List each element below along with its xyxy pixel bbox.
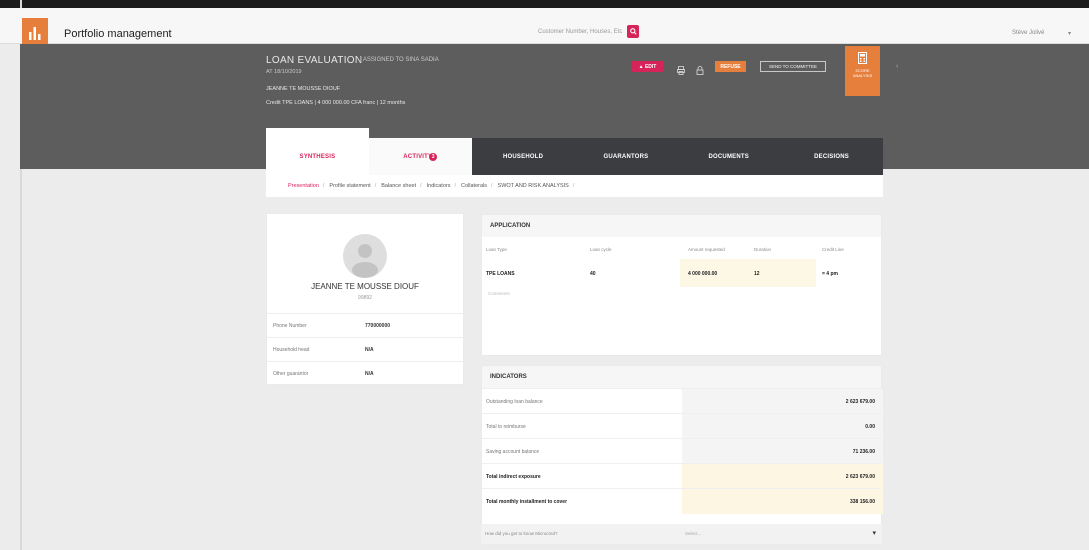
calculator-icon <box>858 52 867 64</box>
top-bar: Portfolio management Customer Number, Ho… <box>0 8 1089 48</box>
avatar <box>343 234 387 278</box>
chevron-down-icon[interactable]: ▾ <box>1068 30 1071 37</box>
indicator-label: Total indirect exposure <box>486 474 541 480</box>
field-label: Other guarantor <box>273 371 309 377</box>
comments-field[interactable]: Comments <box>488 291 510 296</box>
field-value: 770000000 <box>365 323 391 329</box>
crumb-separator: / <box>491 183 493 189</box>
col-amount: Amount requested <box>688 247 725 252</box>
loan-summary: Credit TPE LOANS | 4 000 000.00 CFA fran… <box>266 100 406 106</box>
indicator-value: 0.00 <box>865 424 875 430</box>
client-card: JEANNE TE MOUSSE DIOUF 99892 Phone Numbe… <box>266 213 464 385</box>
crumb-separator: / <box>572 183 575 189</box>
indicator-total-row: Total indirect exposure 2 623 679.00 <box>482 463 883 489</box>
collapse-caret-icon[interactable]: ‹ <box>896 63 898 70</box>
tab-household[interactable]: HOUSEHOLD <box>472 138 575 175</box>
application-header-row: Loan Type Loan cycle Amount requested Du… <box>482 239 881 259</box>
value-loan-type: TPE LOANS <box>486 271 515 277</box>
send-to-committee-button[interactable]: SEND TO COMMITTEE <box>760 61 826 72</box>
main-tabs: SYNTHESIS ACTIVITY 3 HOUSEHOLD GUARANTORS… <box>266 128 883 175</box>
client-row-guarantor: Other guarantor N/A <box>267 361 463 385</box>
score-analysis-tile[interactable]: SCORE ANALYSIS <box>845 46 880 96</box>
app-title: Portfolio management <box>64 28 172 40</box>
score-analysis-label: SCORE ANALYSIS <box>852 68 873 78</box>
referral-select[interactable]: Select... <box>685 531 701 536</box>
indicator-value: 2 623 679.00 <box>845 474 875 480</box>
chevron-down-icon[interactable]: ▾ <box>872 529 876 537</box>
tab-synthesis[interactable]: SYNTHESIS <box>266 128 369 175</box>
crumb-collaterals[interactable]: Collaterals <box>461 183 487 189</box>
client-row-household: Household head N/A <box>267 337 463 361</box>
app-frame: Portfolio management Customer Number, Ho… <box>0 0 1089 550</box>
search-input[interactable]: Customer Number, Houses, Etc <box>538 29 622 35</box>
indicator-value: 2 623 679.00 <box>845 399 875 405</box>
crumb-separator: / <box>454 183 457 189</box>
user-icon <box>352 244 378 278</box>
field-label: Phone Number <box>273 323 307 329</box>
field-value: N/A <box>365 347 374 353</box>
indicator-label: Total monthly installment to cover <box>486 499 568 505</box>
col-duration: Duration <box>754 247 772 252</box>
referral-question-row: How did you get to know Microcred? Selec… <box>481 524 882 544</box>
activity-badge: 3 <box>429 152 438 161</box>
col-loan-type: Loan Type <box>486 247 507 252</box>
value-cell <box>682 414 883 439</box>
indicator-row: Total to reimburse 0.00 <box>482 413 883 439</box>
crumb-balance-sheet[interactable]: Balance sheet <box>381 183 416 189</box>
field-value: N/A <box>365 371 374 377</box>
assigned-to: | ASSIGNED TO SINA SADIA <box>360 57 439 63</box>
application-card: APPLICATION Loan Type Loan cycle Amount … <box>481 214 882 356</box>
tab-activity-label: ACTIVITY <box>403 153 433 160</box>
indicators-title: INDICATORS <box>482 366 881 388</box>
value-loan-cycle: 40 <box>590 271 596 277</box>
indicators-card: INDICATORS Outstanding loan balance 2 62… <box>481 365 883 545</box>
lock-icon[interactable] <box>696 62 704 80</box>
crumb-separator: / <box>420 183 422 189</box>
col-loan-cycle: Loan cycle <box>590 247 612 252</box>
breadcrumb: Presentation / Profile statement / Balance… <box>266 175 883 197</box>
value-amount: 4 000 000.00 <box>688 271 718 277</box>
indicator-label: Saving account balance <box>486 449 540 455</box>
tab-decisions[interactable]: DECISIONS <box>780 138 883 175</box>
window-strip <box>0 0 1089 8</box>
loan-date: AT 18/10/2019 <box>266 69 302 75</box>
indicator-value: 71 236.00 <box>852 449 875 455</box>
client-name: JEANNE TE MOUSSE DIOUF <box>311 282 419 291</box>
indicator-row: Saving account balance 71 236.00 <box>482 438 883 464</box>
field-label: Household head <box>273 347 310 353</box>
indicator-label: Outstanding loan balance <box>486 399 543 405</box>
crumb-separator: / <box>374 183 377 189</box>
client-name-header: JEANNE TE MOUSSE DIOUF <box>266 86 341 92</box>
tab-activity[interactable]: ACTIVITY 3 <box>368 138 472 175</box>
application-title: APPLICATION <box>482 215 881 237</box>
col-credit-line: Credit Line <box>822 247 844 252</box>
tab-documents[interactable]: DOCUMENTS <box>677 138 780 175</box>
edit-button[interactable]: ▲ EDIT <box>632 61 663 72</box>
value-credit-line[interactable]: = 4 pm <box>822 271 838 277</box>
refuse-button[interactable]: REFUSE <box>715 61 746 72</box>
crumb-indicators[interactable]: Indicators <box>427 183 451 189</box>
indicator-total-row: Total monthly installment to cover 338 1… <box>482 488 883 514</box>
search-button[interactable] <box>627 25 639 38</box>
value-duration: 12 <box>754 271 760 277</box>
search-icon <box>629 28 637 35</box>
user-menu[interactable]: Stéve Jolivé <box>1012 30 1044 36</box>
crumb-swot[interactable]: SWOT AND RISK ANALYSIS <box>498 183 569 189</box>
tab-guarantors[interactable]: GUARANTORS <box>574 138 677 175</box>
application-value-row: TPE LOANS 40 4 000 000.00 12 = 4 pm <box>482 259 881 287</box>
print-icon[interactable] <box>677 62 685 80</box>
crumb-separator: / <box>322 183 325 189</box>
referral-question-label: How did you get to know Microcred? <box>485 531 558 536</box>
page-title: LOAN EVALUATION <box>266 55 363 66</box>
indicator-row: Outstanding loan balance 2 623 679.00 <box>482 388 883 414</box>
indicator-value: 338 156.00 <box>849 499 875 505</box>
crumb-presentation[interactable]: Presentation <box>288 183 319 189</box>
client-id: 99892 <box>358 295 372 301</box>
crumb-profile-statement[interactable]: Profile statement <box>329 183 370 189</box>
client-row-phone: Phone Number 770000000 <box>267 313 463 337</box>
indicator-label: Total to reimburse <box>486 424 526 430</box>
